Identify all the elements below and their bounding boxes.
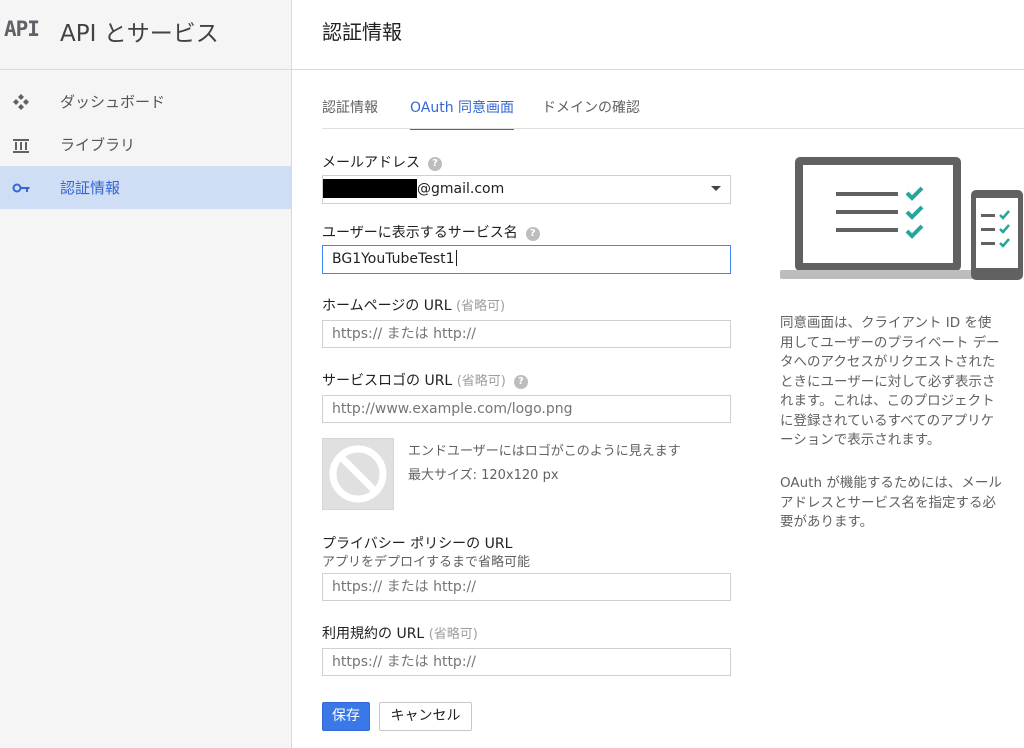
brand-title: API とサービス: [60, 21, 219, 47]
redacted-email: [323, 179, 417, 198]
homepage-placeholder: https:// または http://: [332, 326, 476, 342]
tabs-divider: [322, 128, 1024, 129]
privacy-sublabel: アプリをデプロイするまで省略可能: [322, 555, 531, 570]
email-select-value: @gmail.com: [417, 181, 505, 197]
info-line: れます。これは、このプロジェクト: [780, 393, 995, 409]
sidebar-item-label: ライブラリ: [60, 136, 136, 154]
email-label: メールアドレス?: [322, 152, 442, 172]
privacy-label: プライバシー ポリシーの URL: [322, 536, 513, 552]
info-line: ときにユーザーに対して必ず表示さ: [780, 373, 996, 390]
service-name-input[interactable]: BG1YouTubeTest1: [322, 245, 731, 274]
logo-preview-note: エンドユーザーにはロゴがこのように見えます: [408, 444, 681, 459]
help-icon[interactable]: ?: [525, 227, 540, 241]
info-line: 用してユーザーのプライベート デー: [780, 334, 1000, 351]
logo-url-placeholder: http://www.example.com/logo.png: [332, 401, 573, 417]
help-icon[interactable]: ?: [428, 157, 442, 171]
dashboard-icon: [10, 92, 32, 112]
page-title: 認証情報: [322, 20, 402, 44]
logo-preview: [322, 438, 394, 510]
terms-url-input[interactable]: https:// または http://: [322, 648, 731, 676]
homepage-label: ホームページの URL (省略可): [322, 295, 505, 315]
terms-label-text: 利用規約の URL: [322, 626, 425, 642]
info-line: に登録されているすべてのアプリケ: [780, 412, 995, 429]
chevron-down-icon: [711, 186, 721, 191]
info-line: ーションで表示されます。: [780, 432, 941, 448]
tab-oauth-consent[interactable]: OAuth 同意画面: [410, 96, 515, 130]
optional-tag: (省略可): [428, 627, 478, 642]
logo-url-label: サービスロゴの URL (省略可)?: [322, 370, 528, 390]
service-name-label-text: ユーザーに表示するサービス名: [322, 225, 518, 241]
text-cursor: [455, 250, 457, 266]
info-line: 同意画面は、クライアント ID を使: [780, 315, 992, 331]
key-icon: [10, 178, 32, 198]
terms-label: 利用規約の URL (省略可): [322, 623, 478, 643]
info-line: アドレスとサービス名を指定する必: [780, 494, 996, 511]
help-icon[interactable]: ?: [513, 375, 528, 389]
sidebar: API API とサービス ダッシュボード ライブラリ 認証情報: [0, 0, 292, 748]
optional-tag: (省略可): [455, 299, 506, 314]
info-line: OAuth が機能するためには、メール: [780, 475, 1002, 491]
logo-url-label-text: サービスロゴの URL: [322, 373, 453, 389]
library-icon: [10, 135, 32, 155]
consent-info-paragraph-2: OAuth が機能するためには、メール アドレスとサービス名を指定する必 要があ…: [780, 474, 1020, 533]
sidebar-item-label: ダッシュボード: [60, 93, 166, 111]
logo-max-size: 最大サイズ: 120x120 px: [408, 468, 559, 483]
service-name-label: ユーザーに表示するサービス名?: [322, 222, 540, 242]
logo-url-input[interactable]: http://www.example.com/logo.png: [322, 395, 731, 423]
brand: API API とサービス: [0, 0, 292, 60]
optional-tag: (省略可): [456, 374, 506, 389]
sidebar-divider: [0, 69, 291, 70]
homepage-url-input[interactable]: https:// または http://: [322, 320, 731, 348]
service-name-value: BG1YouTubeTest1: [332, 251, 455, 267]
sidebar-item-library[interactable]: ライブラリ: [0, 123, 291, 166]
save-button[interactable]: 保存: [322, 702, 370, 731]
cancel-button[interactable]: キャンセル: [379, 702, 472, 731]
sidebar-item-label: 認証情報: [60, 179, 121, 197]
email-label-text: メールアドレス: [322, 155, 420, 171]
sidebar-nav: ダッシュボード ライブラリ 認証情報: [0, 80, 291, 209]
tab-domain-verification[interactable]: ドメインの確認: [542, 96, 640, 128]
header-divider: [292, 69, 1024, 70]
tab-credentials[interactable]: 認証情報: [322, 96, 378, 128]
privacy-placeholder: https:// または http://: [332, 579, 476, 595]
info-line: 要があります。: [780, 514, 874, 530]
info-line: タへのアクセスがリクエストされた: [780, 354, 996, 370]
sidebar-item-credentials[interactable]: 認証情報: [0, 166, 291, 209]
api-logo: API: [4, 17, 40, 41]
laptop-phone-icon: [780, 157, 1023, 280]
privacy-url-input[interactable]: https:// または http://: [322, 573, 731, 601]
consent-info-paragraph-1: 同意画面は、クライアント ID を使 用してユーザーのプライベート デー タへの…: [780, 314, 1020, 451]
sidebar-item-dashboard[interactable]: ダッシュボード: [0, 80, 291, 123]
terms-placeholder: https:// または http://: [332, 654, 476, 670]
consent-screen-illustration: [779, 156, 1024, 284]
homepage-label-text: ホームページの URL: [322, 298, 452, 314]
no-image-icon: [329, 445, 387, 503]
